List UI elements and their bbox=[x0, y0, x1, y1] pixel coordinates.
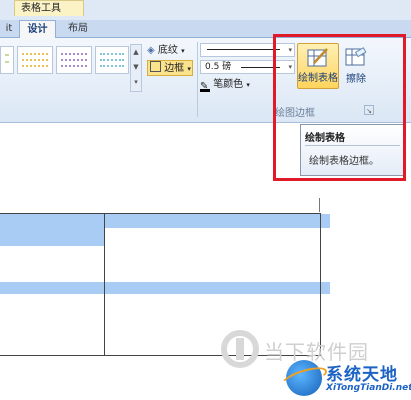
table-row-shaded[interactable] bbox=[0, 282, 330, 294]
shading-button[interactable]: ◈ 底纹 ▾ bbox=[147, 43, 197, 59]
table-style-swatch[interactable] bbox=[95, 46, 129, 74]
gallery-scrollbar[interactable]: ▲ ▼ ▾ bbox=[130, 44, 142, 92]
chevron-down-icon: ▾ bbox=[187, 65, 191, 73]
table-move-handle[interactable] bbox=[319, 198, 320, 212]
border-icon bbox=[150, 61, 161, 72]
watermark-url: XiTongTianDi.net bbox=[326, 383, 411, 393]
table-style-swatch[interactable] bbox=[0, 46, 14, 74]
table-border-line bbox=[320, 213, 321, 356]
chevron-down-icon: ▾ bbox=[181, 47, 185, 55]
table-cell-shaded[interactable] bbox=[0, 214, 105, 246]
tab-layout[interactable]: 布局 bbox=[58, 20, 98, 38]
table-cell-shaded[interactable] bbox=[105, 214, 330, 228]
shading-label: 底纹 bbox=[157, 45, 178, 56]
pen-color-button[interactable]: ✎ 笔颜色 ▾ bbox=[200, 77, 270, 93]
tab-partial[interactable]: it bbox=[0, 20, 18, 38]
tab-design[interactable]: 设计 bbox=[19, 20, 56, 39]
watermark-logo-mark bbox=[236, 338, 244, 360]
group-divider bbox=[197, 42, 198, 117]
border-label: 边框 bbox=[164, 63, 185, 74]
table-style-swatch[interactable] bbox=[17, 46, 53, 74]
border-button[interactable]: 边框 ▾ bbox=[147, 60, 193, 76]
table-style-swatch[interactable] bbox=[56, 46, 92, 74]
line-style-preview bbox=[207, 49, 280, 50]
table-border-line bbox=[104, 213, 105, 356]
annotation-highlight-box bbox=[273, 34, 406, 181]
chevron-up-icon[interactable]: ▲ bbox=[131, 45, 141, 60]
chevron-down-icon: ▾ bbox=[246, 81, 250, 89]
pen-color-label: 笔颜色 bbox=[213, 79, 244, 90]
pen-icon: ✎ bbox=[200, 81, 210, 92]
chevron-down-icon[interactable]: ▼ bbox=[131, 60, 141, 75]
table-tools-context-tab: 表格工具 bbox=[14, 0, 84, 16]
gallery-more-icon[interactable]: ▾ bbox=[131, 75, 141, 90]
paint-bucket-icon: ◈ bbox=[147, 45, 155, 56]
line-weight-value: 0.5 磅 bbox=[205, 62, 232, 72]
watermark-brand: 系统天地 bbox=[326, 365, 398, 385]
table-border-line bbox=[0, 213, 321, 214]
